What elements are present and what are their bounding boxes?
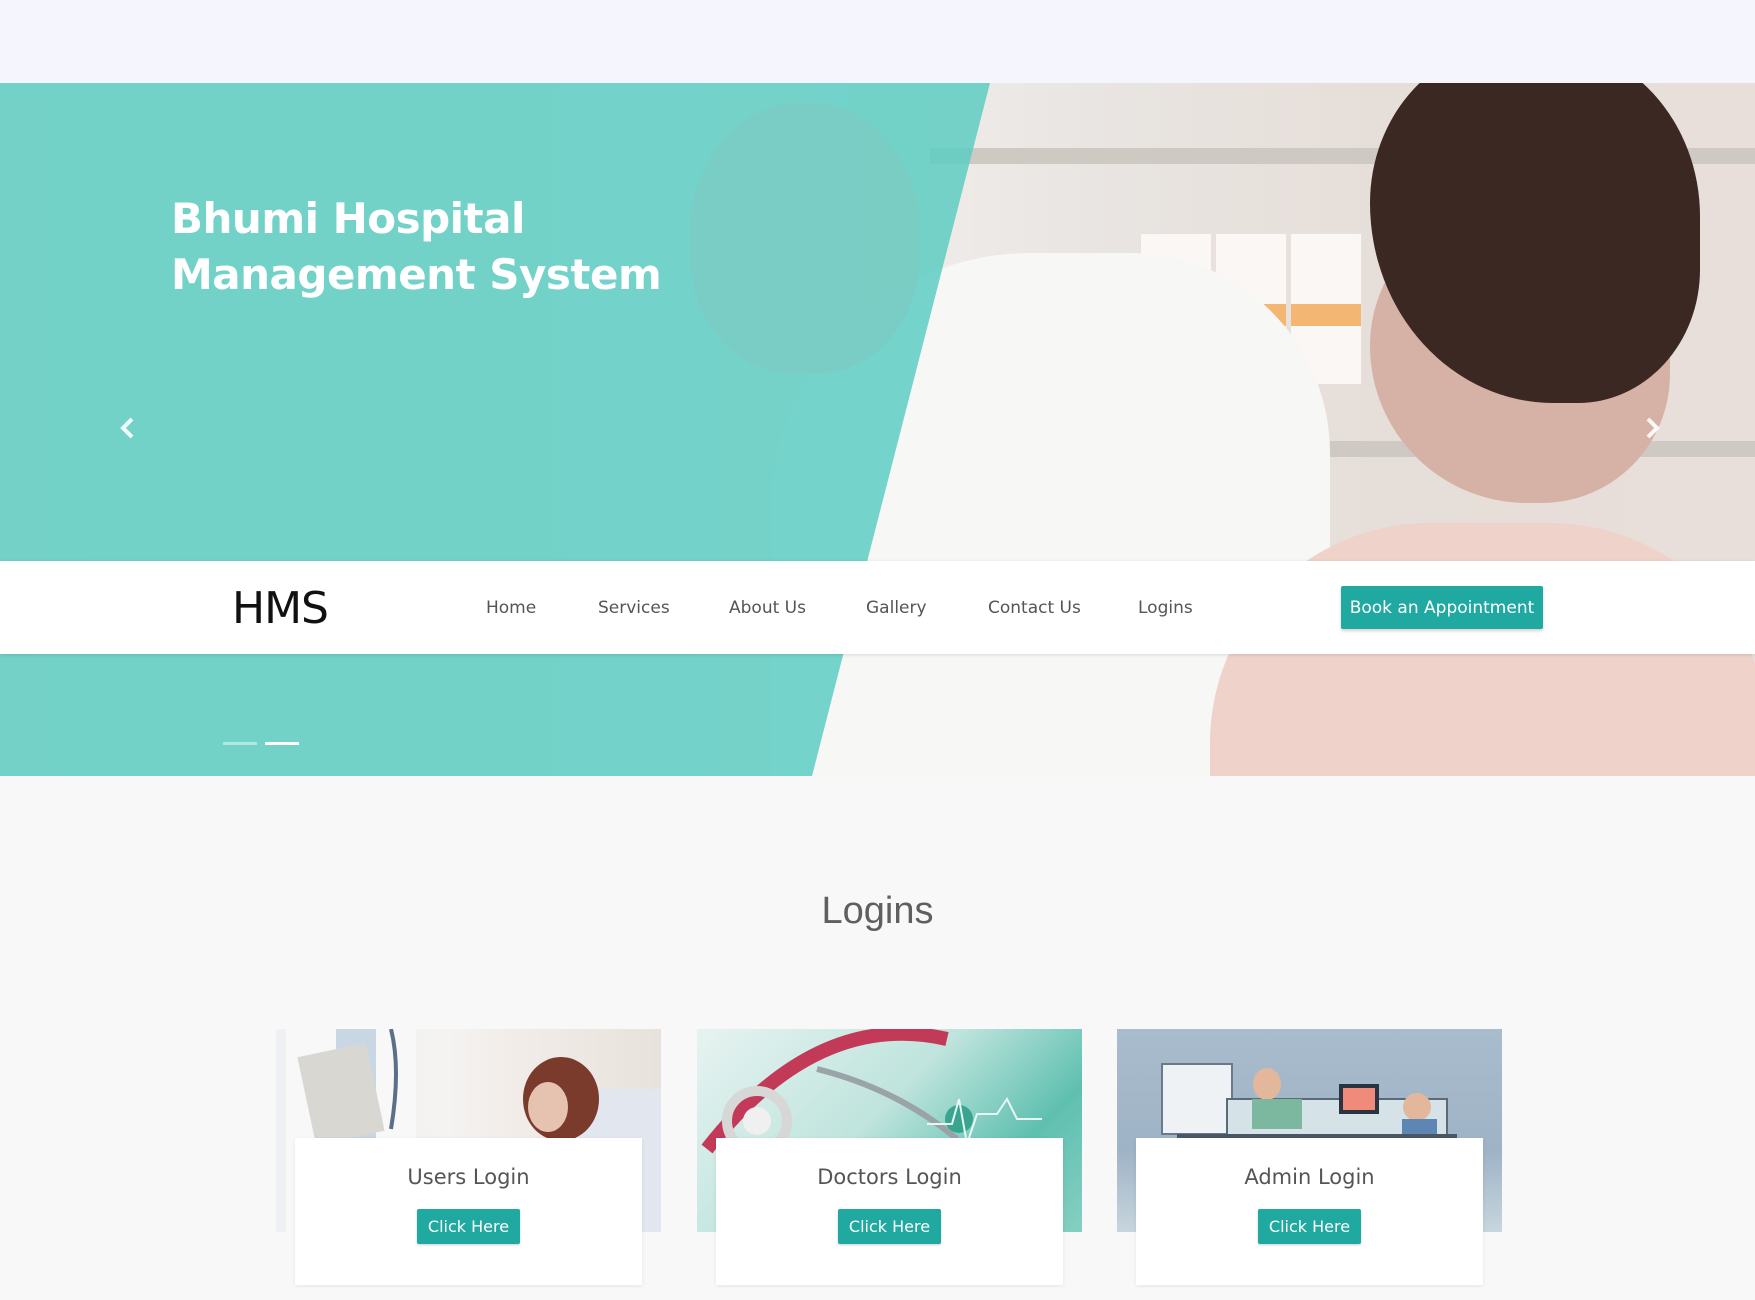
chevron-right-icon xyxy=(1646,417,1660,439)
nav-link-contact-us[interactable]: Contact Us xyxy=(988,597,1081,619)
users-login-panel: Users Login Click Here xyxy=(295,1138,642,1285)
doctors-login-card: Doctors Login Click Here xyxy=(697,1029,1082,1285)
nav-link-services[interactable]: Services xyxy=(598,597,670,619)
chevron-left-icon xyxy=(120,417,134,439)
hero-carousel: Bhumi Hospital Management System xyxy=(0,83,1755,776)
main-navbar: HMS Home Services About Us Gallery Conta… xyxy=(0,561,1755,654)
logins-section-title: Logins xyxy=(821,890,934,932)
doctors-login-button[interactable]: Click Here xyxy=(837,1209,942,1244)
nav-link-home[interactable]: Home xyxy=(486,597,536,619)
carousel-next-button[interactable] xyxy=(1637,413,1667,443)
carousel-indicator-2[interactable] xyxy=(265,742,299,745)
carousel-prev-button[interactable] xyxy=(113,413,143,443)
doctors-login-panel: Doctors Login Click Here xyxy=(716,1138,1063,1285)
carousel-indicator-1[interactable] xyxy=(223,742,257,745)
hero-title: Bhumi Hospital Management System xyxy=(171,194,662,299)
users-login-button[interactable]: Click Here xyxy=(416,1209,521,1244)
nav-link-gallery[interactable]: Gallery xyxy=(866,597,927,619)
admin-login-card: Admin Login Click Here xyxy=(1117,1029,1502,1285)
admin-login-title: Admin Login xyxy=(1244,1165,1375,1189)
nav-link-about-us[interactable]: About Us xyxy=(729,597,806,619)
users-login-title: Users Login xyxy=(407,1165,530,1189)
site-logo[interactable]: HMS xyxy=(232,585,329,633)
book-appointment-button[interactable]: Book an Appointment xyxy=(1341,586,1543,629)
users-login-card: Users Login Click Here xyxy=(276,1029,661,1285)
top-band xyxy=(0,0,1755,83)
doctors-login-title: Doctors Login xyxy=(817,1165,962,1189)
nav-link-logins[interactable]: Logins xyxy=(1138,597,1193,619)
admin-login-panel: Admin Login Click Here xyxy=(1136,1138,1483,1285)
admin-login-button[interactable]: Click Here xyxy=(1257,1209,1362,1244)
